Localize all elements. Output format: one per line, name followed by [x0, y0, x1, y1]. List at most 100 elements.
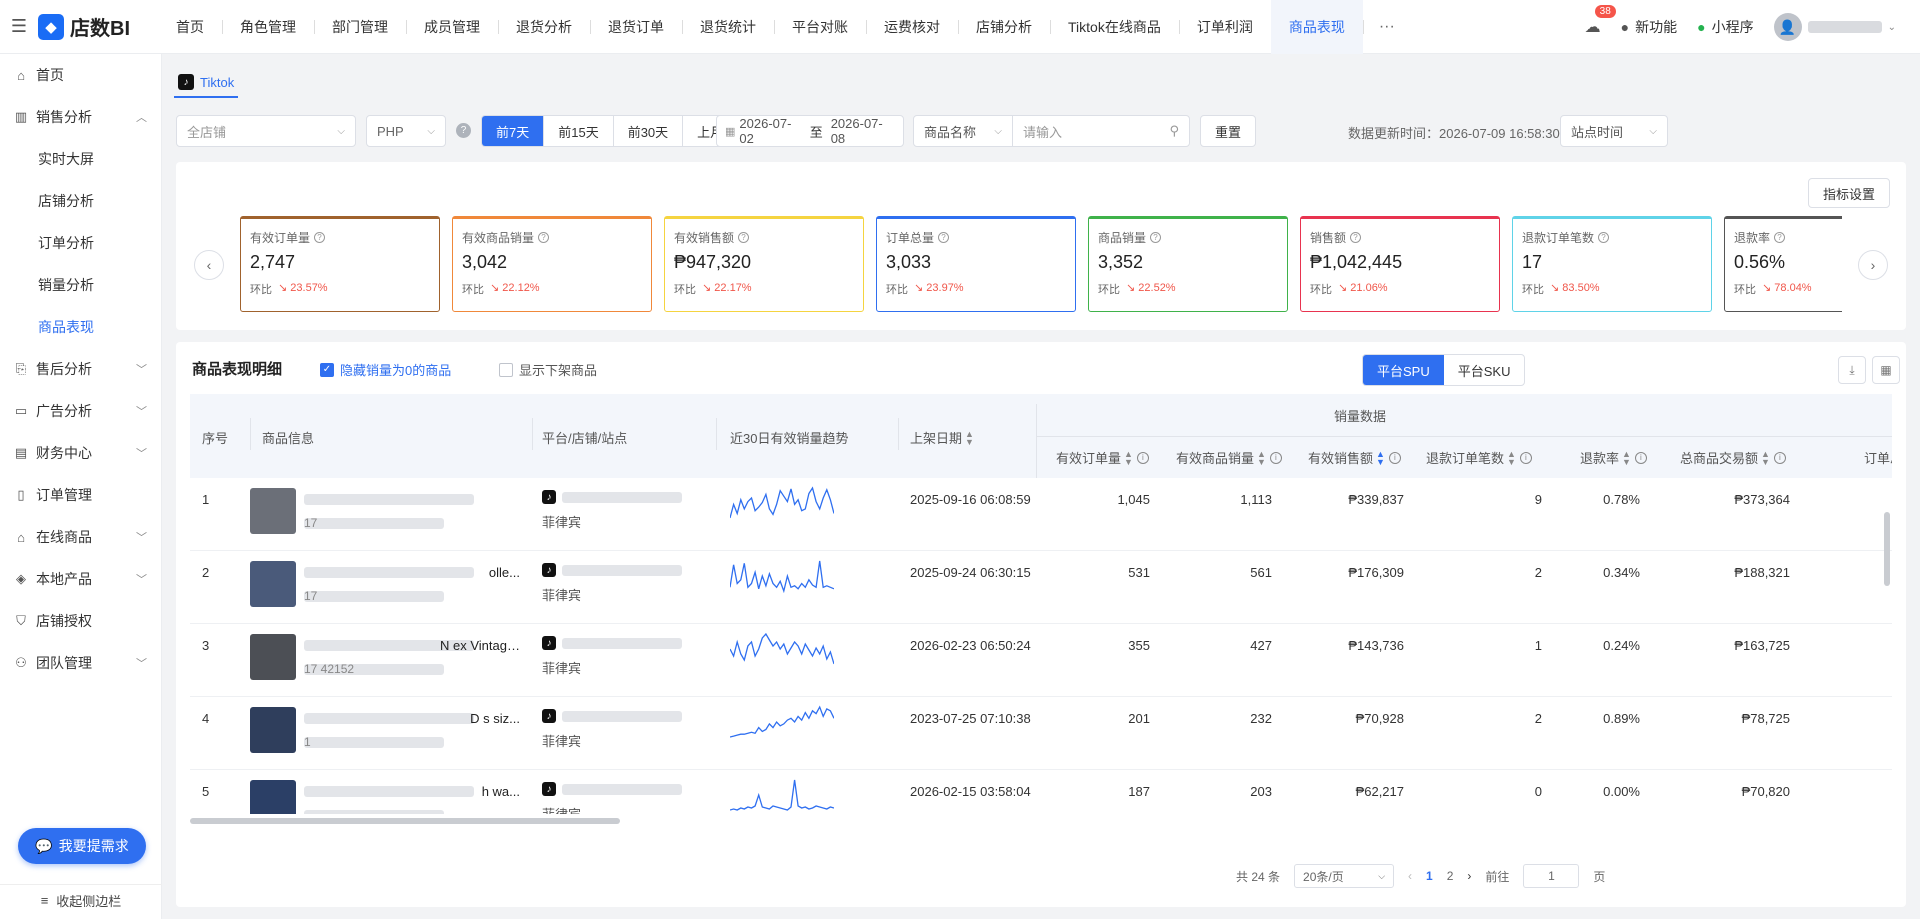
page-2-button[interactable]: 2 [1447, 869, 1454, 883]
table-row[interactable]: 1 17 ♪ 菲律宾 2025-09-16 06:08:59 1,045 1,113 ₱339… [190, 478, 1892, 551]
sidebar-item-6[interactable]: ⌂ 在线商品 ﹀ [0, 516, 161, 558]
nav-item-4[interactable]: 退货分析 [498, 0, 590, 54]
product-thumbnail[interactable] [250, 707, 296, 753]
col-sales[interactable]: 有效销售额 ▲ ▼ i [1308, 448, 1401, 467]
sidebar-item-0[interactable]: ⌂ 首页 [0, 54, 161, 96]
table-row[interactable]: 4 D s siz... 1 ♪ 菲律宾 2023-07-25 07:10:38 201 23… [190, 697, 1892, 770]
request-feature-button[interactable]: 💬 我要提需求 [18, 828, 146, 864]
nav-item-8[interactable]: 运费核对 [866, 0, 958, 54]
kpi-card[interactable]: 退款订单笔数? 17 环比 ↘ 83.50% [1512, 216, 1712, 312]
table-row[interactable]: 2 olle... 17 ♪ 菲律宾 2025-09-24 06:30:15 531 561 ₱… [190, 551, 1892, 624]
date-range-picker[interactable]: ▦ 2026-07-02 至 2026-07-08 [716, 115, 904, 147]
range-option-0[interactable]: 前7天 [482, 116, 545, 146]
sidebar-item-3[interactable]: ▭ 广告分析 ﹀ [0, 390, 161, 432]
col-units[interactable]: 有效商品销量 ▲ ▼ i [1176, 448, 1282, 467]
kpi-card[interactable]: 有效订单量? 2,747 环比 ↘ 23.57% [240, 216, 440, 312]
product-name[interactable]: h wa... [440, 784, 520, 799]
col-refund-rate[interactable]: 退款率 ▲ ▼ i [1580, 448, 1647, 467]
prev-page-button[interactable]: ‹ [1408, 869, 1412, 883]
nav-item-10[interactable]: Tiktok在线商品 [1050, 0, 1179, 54]
search-field-select[interactable]: 商品名称 ⌵ [913, 115, 1013, 147]
nav-item-9[interactable]: 店铺分析 [958, 0, 1050, 54]
view-sku-button[interactable]: 平台SKU [1444, 355, 1525, 385]
store-name-blur [562, 784, 682, 795]
range-option-1[interactable]: 前15天 [544, 116, 614, 146]
nav-item-6[interactable]: 退货统计 [682, 0, 774, 54]
kpi-next-button[interactable]: › [1858, 250, 1888, 280]
sidebar-subitem-2[interactable]: 订单分析 [0, 222, 161, 264]
product-name[interactable]: D s siz... [440, 711, 520, 726]
download-button[interactable]: ⤓ [1838, 356, 1866, 384]
next-page-button[interactable]: › [1467, 869, 1471, 883]
horizontal-scrollbar[interactable] [190, 818, 620, 824]
search-input[interactable]: 请输入 ⚲ [1012, 115, 1190, 147]
sidebar-item-4[interactable]: ▤ 财务中心 ﹀ [0, 432, 161, 474]
kpi-card[interactable]: 商品销量? 3,352 环比 ↘ 22.52% [1088, 216, 1288, 312]
product-thumbnail[interactable] [250, 561, 296, 607]
sidebar-subitem-4[interactable]: 商品表现 [0, 306, 161, 348]
vertical-scrollbar[interactable] [1884, 512, 1890, 586]
store-select[interactable]: 全店铺 ⌵ [176, 115, 356, 147]
sidebar-item-8[interactable]: ⛉ 店铺授权 [0, 600, 161, 642]
sidebar-subitem-3[interactable]: 销量分析 [0, 264, 161, 306]
page-1-button[interactable]: 1 [1426, 869, 1433, 883]
sidebar-item-1[interactable]: ▥ 销售分析 ︿ [0, 96, 161, 138]
currency-select[interactable]: PHP ⌵ [366, 115, 446, 147]
kpi-card[interactable]: 订单总量? 3,033 环比 ↘ 23.97% [876, 216, 1076, 312]
nav-item-5[interactable]: 退货订单 [590, 0, 682, 54]
download-center[interactable]: ☁ 38 [1585, 5, 1616, 37]
collapse-sidebar-button[interactable]: ≡ 收起侧边栏 [0, 884, 162, 916]
col-refunds[interactable]: 退款订单笔数 ▲ ▼ i [1426, 448, 1532, 467]
table-row[interactable]: 5 h wa... ♪ 菲律宾 2026-02-15 03:58:04 187 203 ₱62… [190, 770, 1892, 814]
product-name[interactable]: olle... [440, 565, 520, 580]
col-sales-label: 有效销售额 [1308, 451, 1374, 466]
range-option-2[interactable]: 前30天 [614, 116, 684, 146]
product-thumbnail[interactable] [250, 634, 296, 680]
column-settings-button[interactable]: ▦ [1872, 356, 1900, 384]
product-thumbnail[interactable] [250, 780, 296, 814]
hide-zero-checkbox[interactable]: ✓ 隐藏销量为0的商品 [320, 360, 451, 379]
kpi-prev-button[interactable]: ‹ [194, 250, 224, 280]
sidebar-item-5[interactable]: ▯ 订单管理 [0, 474, 161, 516]
col-orders[interactable]: 有效订单量 ▲ ▼ i [1056, 448, 1149, 467]
tab-tiktok[interactable]: ♪ Tiktok [174, 68, 239, 98]
table-row[interactable]: 3 N ex Vintage ... 17 42152 ♪ 菲律宾 2026-02-23 … [190, 624, 1892, 697]
nav-item-7[interactable]: 平台对账 [774, 0, 866, 54]
nav-item-12[interactable]: 商品表现 [1270, 0, 1363, 54]
sidebar-subitem-1[interactable]: 店铺分析 [0, 180, 161, 222]
miniapp-link[interactable]: ● 小程序 [1697, 17, 1753, 37]
col-gmv[interactable]: 总商品交易额 ▲ ▼ i [1680, 448, 1786, 467]
new-feature-link[interactable]: ● 新功能 [1621, 17, 1677, 37]
nav-item-0[interactable]: 首页 [158, 0, 222, 54]
menu-icon[interactable]: ☰ [0, 0, 38, 54]
sidebar-subitem-0[interactable]: 实时大屏 [0, 138, 161, 180]
kpi-change-value: 23.97% [926, 282, 964, 294]
nav-item-11[interactable]: 订单利润 [1178, 0, 1271, 54]
page-size-select[interactable]: 20条/页 ⌵ [1294, 864, 1395, 888]
sidebar-item-2[interactable]: ⎘ 售后分析 ﹀ [0, 348, 161, 390]
app-logo[interactable]: ◆ 店数BI [38, 12, 158, 41]
user-menu[interactable]: 👤 ⌄ [1773, 13, 1896, 41]
search-icon[interactable]: ⚲ [1169, 123, 1179, 139]
nav-item-1[interactable]: 角色管理 [222, 0, 314, 54]
kpi-card[interactable]: 有效商品销量? 3,042 环比 ↘ 22.12% [452, 216, 652, 312]
nav-item-2[interactable]: 部门管理 [314, 0, 406, 54]
show-delisted-checkbox[interactable]: 显示下架商品 [499, 360, 597, 379]
sidebar-item-9[interactable]: ⚇ 团队管理 ﹀ [0, 642, 161, 684]
help-icon[interactable]: ? [456, 123, 471, 138]
reset-button[interactable]: 重置 [1200, 115, 1257, 147]
goto-page-input[interactable]: 1 [1523, 864, 1580, 888]
product-name[interactable]: N ex Vintage ... [440, 638, 520, 653]
kpi-card[interactable]: 有效销售额? ₱947,320 环比 ↘ 22.17% [664, 216, 864, 312]
nav-more-button[interactable]: ··· [1362, 0, 1411, 54]
sidebar-item-7[interactable]: ◈ 本地产品 ﹀ [0, 558, 161, 600]
kpi-card[interactable]: 销售额? ₱1,042,445 环比 ↘ 21.06% [1300, 216, 1500, 312]
nav-item-3[interactable]: 成员管理 [406, 0, 498, 54]
product-thumbnail[interactable] [250, 488, 296, 534]
metric-settings-button[interactable]: 指标设置 [1807, 178, 1890, 208]
timezone-select[interactable]: 站点时间 ⌵ [1560, 115, 1668, 147]
col-listed-date[interactable]: 上架日期 ▲ ▼ [910, 428, 974, 447]
kpi-card[interactable]: 退款率? 0.56% 环比 ↘ 78.04% [1724, 216, 1842, 312]
view-spu-button[interactable]: 平台SPU [1363, 355, 1444, 385]
store-name-blur [562, 638, 682, 649]
